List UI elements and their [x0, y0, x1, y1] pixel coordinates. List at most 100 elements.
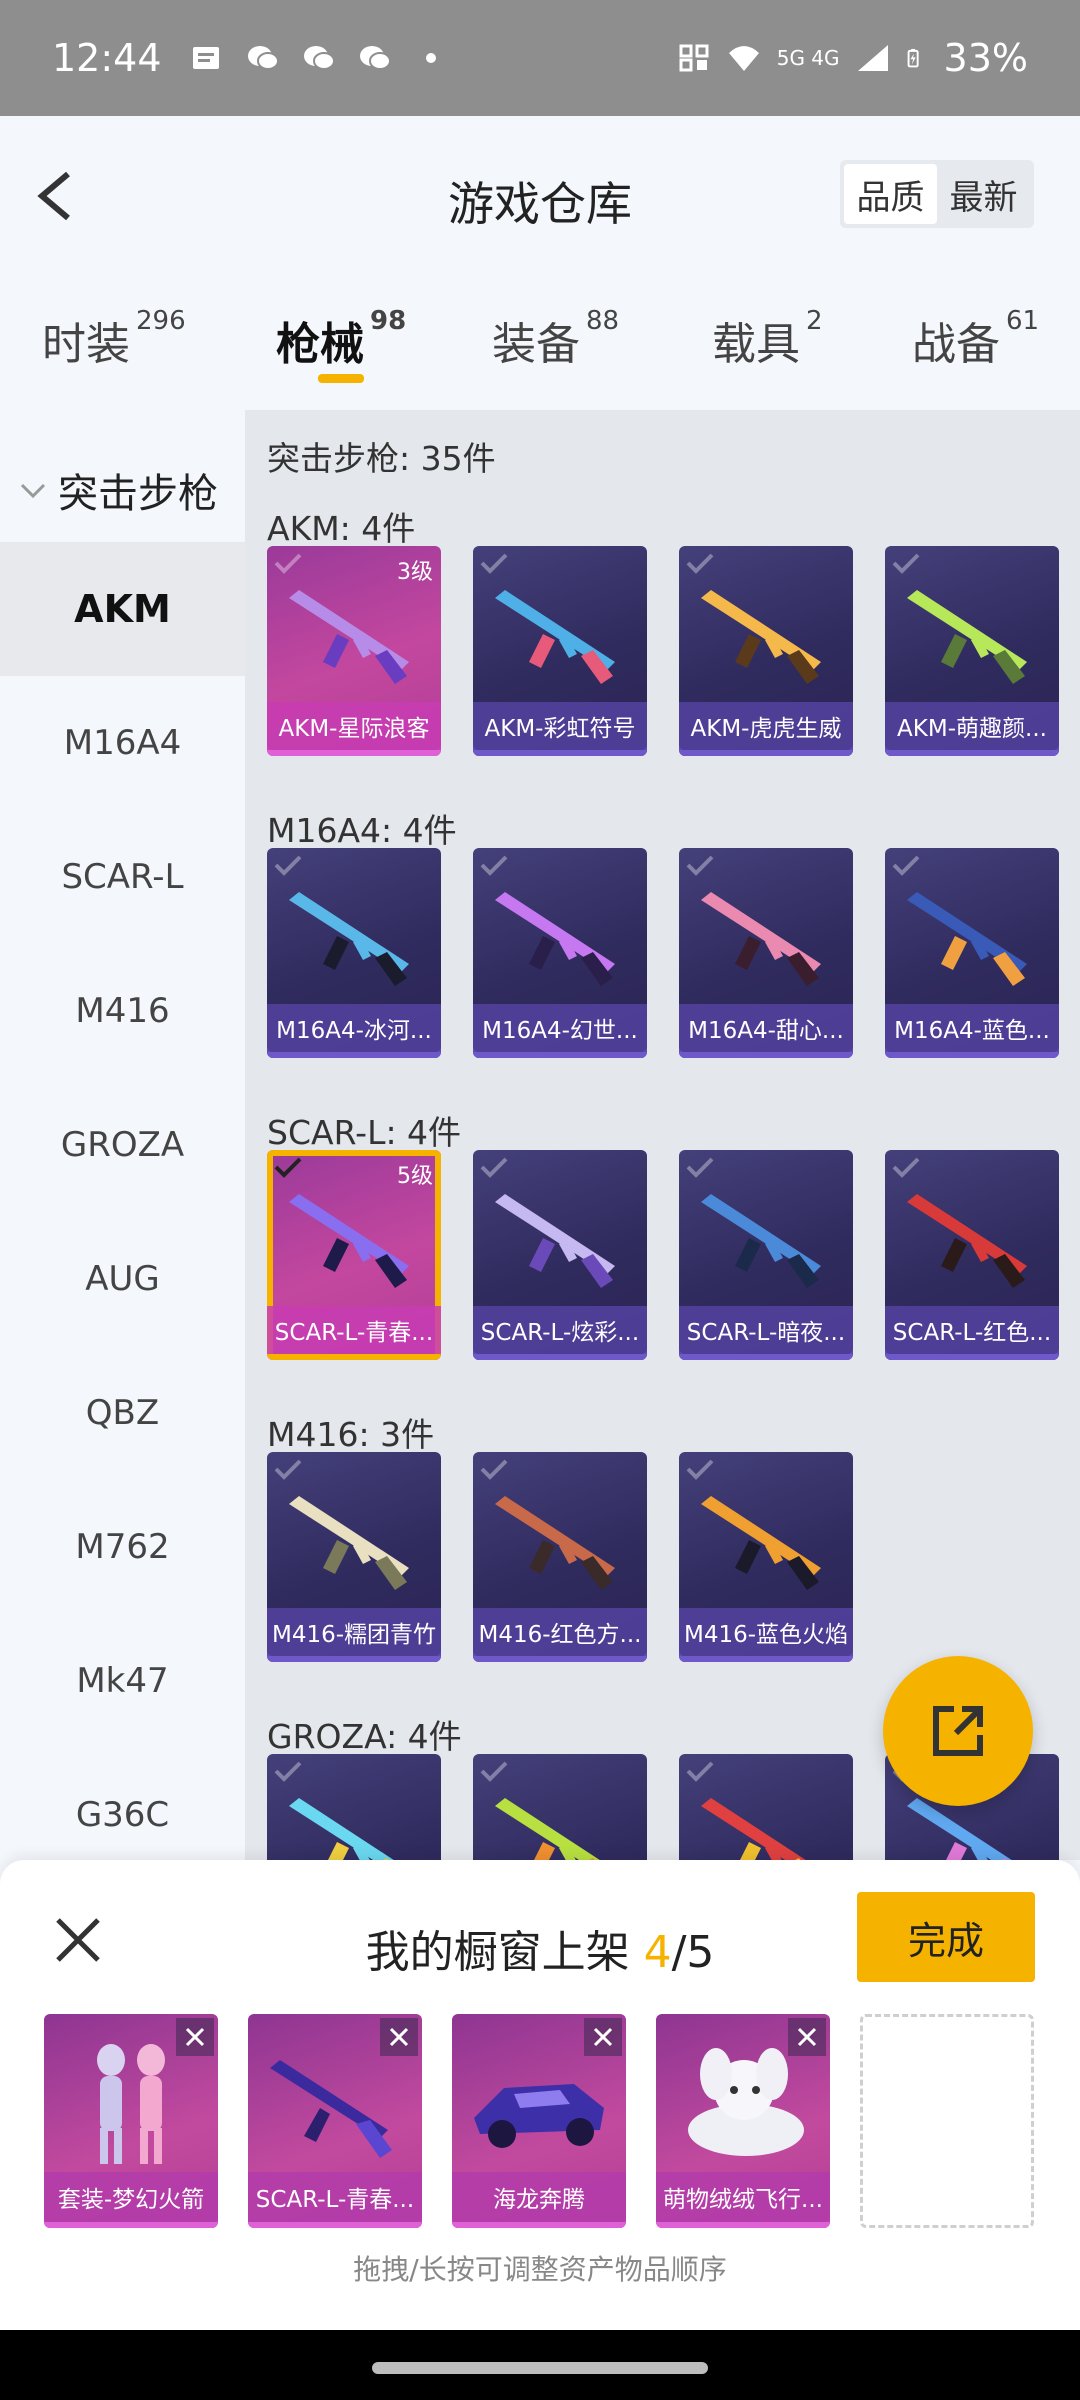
weapon-card[interactable]: M16A4-甜心...: [679, 848, 853, 1058]
section-label: M16A4: 4件: [267, 811, 457, 850]
weapon-card[interactable]: M416-糯团青竹: [267, 1452, 441, 1662]
check-icon[interactable]: [685, 854, 715, 876]
sort-toggle[interactable]: 品质 最新: [840, 160, 1034, 228]
tab-equipment[interactable]: 装备 88: [492, 306, 619, 372]
weapon-card[interactable]: [679, 1754, 853, 1860]
check-icon[interactable]: [685, 1156, 715, 1178]
weapon-card[interactable]: [473, 1754, 647, 1860]
check-icon[interactable]: [685, 552, 715, 574]
check-icon[interactable]: [891, 854, 921, 876]
sidebar-item-m16a4[interactable]: M16A4: [0, 676, 245, 810]
active-tab-indicator: [318, 374, 364, 383]
showcase-slot[interactable]: 海龙奔腾: [452, 2014, 626, 2228]
check-icon[interactable]: [273, 1760, 303, 1782]
check-icon[interactable]: [479, 1156, 509, 1178]
weapon-card[interactable]: SCAR-L-暗夜...: [679, 1150, 853, 1360]
check-icon[interactable]: [273, 1156, 303, 1178]
weapon-card[interactable]: SCAR-L-红色...: [885, 1150, 1059, 1360]
slot-name: 萌物绒绒飞行...: [656, 2172, 830, 2222]
check-icon[interactable]: [479, 1458, 509, 1480]
tab-label: 时装: [42, 319, 130, 370]
rifle-image: [701, 590, 821, 684]
check-icon[interactable]: [891, 1156, 921, 1178]
gallery-icon: [192, 47, 219, 69]
tab-weapons[interactable]: 枪械 98: [276, 306, 406, 372]
rifle-image: [289, 1194, 409, 1288]
weapon-card[interactable]: M16A4-冰河...: [267, 848, 441, 1058]
section-label: GROZA: 4件: [267, 1717, 462, 1756]
tab-supplies[interactable]: 战备 61: [912, 306, 1040, 372]
tab-count: 296: [136, 306, 186, 336]
check-icon[interactable]: [273, 1458, 303, 1480]
empty-showcase-slot[interactable]: [860, 2014, 1034, 2228]
sort-quality-button[interactable]: 品质: [844, 164, 937, 224]
check-icon[interactable]: [479, 1760, 509, 1782]
showcase-slot[interactable]: 套装-梦幻火箭: [44, 2014, 218, 2228]
weapon-name: AKM-虎虎生威: [679, 702, 853, 750]
category-summary: 突击步枪: 35件: [267, 439, 496, 478]
check-icon[interactable]: [273, 854, 303, 876]
tab-vehicles[interactable]: 载具 2: [712, 306, 823, 372]
sort-latest-button[interactable]: 最新: [937, 164, 1030, 224]
weapon-card[interactable]: AKM-虎虎生威: [679, 546, 853, 756]
showcase-slot[interactable]: 萌物绒绒飞行...: [656, 2014, 830, 2228]
tab-label: 枪械: [276, 319, 364, 370]
weapon-card[interactable]: 5级 SCAR-L-青春...: [267, 1150, 441, 1360]
plush-image: [688, 2048, 804, 2156]
sidebar-item-groza[interactable]: GROZA: [0, 1078, 245, 1212]
tab-label: 装备: [492, 319, 580, 370]
remove-item-button[interactable]: [788, 2018, 826, 2056]
check-icon[interactable]: [273, 552, 303, 574]
close-icon: [185, 2027, 205, 2047]
showcase-slot[interactable]: SCAR-L-青春...: [248, 2014, 422, 2228]
sidebar-item-m416[interactable]: M416: [0, 944, 245, 1078]
weapon-card[interactable]: 3级 AKM-星际浪客: [267, 546, 441, 756]
share-icon: [933, 1706, 983, 1756]
share-button[interactable]: [883, 1656, 1033, 1806]
weapon-grid[interactable]: 突击步枪: 35件 AKM: 4件 3级 AKM-星际浪客 AKM-彩虹符号 AKM-虎…: [245, 410, 1080, 1860]
chevron-down-icon: [20, 483, 46, 499]
weapon-name: AKM-彩虹符号: [473, 702, 647, 750]
sidebar-item-scar-l[interactable]: SCAR-L: [0, 810, 245, 944]
wechat-icon: [303, 46, 335, 70]
weapon-name: SCAR-L-暗夜...: [679, 1306, 853, 1354]
rifle-image: [701, 1194, 821, 1288]
sidebar-item-qbz[interactable]: QBZ: [0, 1346, 245, 1480]
weapon-card[interactable]: M16A4-幻世...: [473, 848, 647, 1058]
sidebar-category-header[interactable]: 突击步枪: [0, 440, 245, 540]
weapon-card[interactable]: AKM-彩虹符号: [473, 546, 647, 756]
check-icon[interactable]: [479, 552, 509, 574]
slot-name: SCAR-L-青春...: [248, 2172, 422, 2222]
weapon-card[interactable]: AKM-萌趣颜...: [885, 546, 1059, 756]
home-gesture-handle[interactable]: [372, 2362, 708, 2374]
weapon-card[interactable]: M416-红色方...: [473, 1452, 647, 1662]
tab-fashion[interactable]: 时装 296: [42, 306, 186, 372]
weapon-name: AKM-星际浪客: [267, 702, 441, 750]
sidebar-item-aug[interactable]: AUG: [0, 1212, 245, 1346]
wechat-icon: [247, 46, 279, 70]
weapon-name: M16A4-蓝色...: [885, 1004, 1059, 1052]
close-icon: [797, 2027, 817, 2047]
check-icon[interactable]: [891, 552, 921, 574]
sidebar-item-akm[interactable]: AKM: [0, 542, 245, 676]
weapon-card[interactable]: SCAR-L-炫彩...: [473, 1150, 647, 1360]
rifle-image: [495, 1496, 615, 1590]
section-label: SCAR-L: 4件: [267, 1113, 462, 1152]
weapon-card[interactable]: M16A4-蓝色...: [885, 848, 1059, 1058]
remove-item-button[interactable]: [380, 2018, 418, 2056]
remove-item-button[interactable]: [176, 2018, 214, 2056]
sidebar-item-m762[interactable]: M762: [0, 1480, 245, 1614]
tab-count: 61: [1006, 306, 1040, 336]
sidebar-item-mk47[interactable]: Mk47: [0, 1614, 245, 1748]
weapon-card[interactable]: [267, 1754, 441, 1860]
weapon-name: M16A4-甜心...: [679, 1004, 853, 1052]
check-icon[interactable]: [685, 1458, 715, 1480]
system-nav-bar: [0, 2330, 1080, 2400]
check-icon[interactable]: [685, 1760, 715, 1782]
check-icon[interactable]: [479, 854, 509, 876]
weapon-card[interactable]: M416-蓝色火焰: [679, 1452, 853, 1662]
done-button[interactable]: 完成: [857, 1892, 1035, 1982]
remove-item-button[interactable]: [584, 2018, 622, 2056]
weapon-name: M416-糯团青竹: [267, 1608, 441, 1656]
weapon-sidebar: 突击步枪 AKM M16A4 SCAR-L M416 GROZA AUG QBZ…: [0, 410, 245, 1860]
